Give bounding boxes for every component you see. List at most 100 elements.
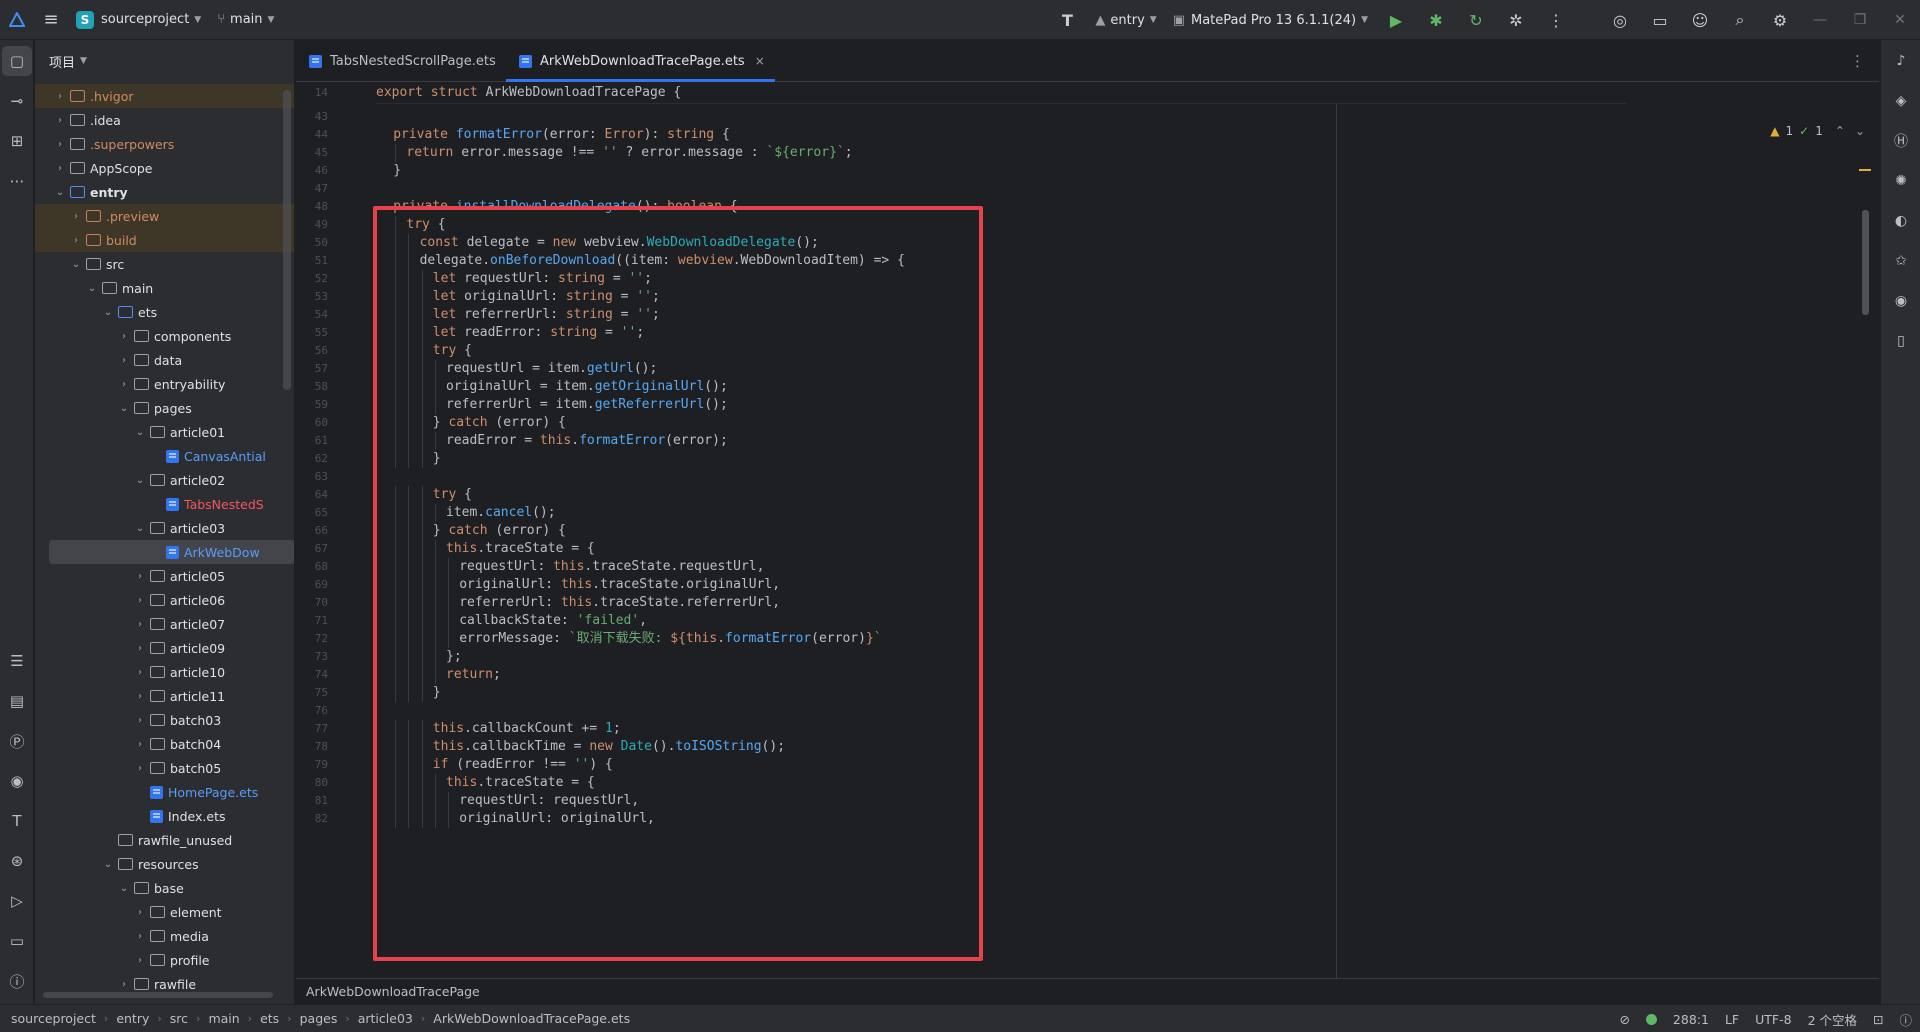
run-panel-icon[interactable]: ▷ bbox=[2, 886, 32, 916]
device-manager-icon[interactable]: ▭ bbox=[1640, 0, 1680, 40]
chevron-right-icon[interactable]: › bbox=[133, 667, 147, 678]
tab-ark-web-download-trace-page[interactable]: ArkWebDownloadTracePage.ets × bbox=[506, 40, 775, 82]
next-highlight-icon[interactable]: ⌄ bbox=[1855, 124, 1865, 138]
status-path-item[interactable]: sourceproject bbox=[6, 1011, 101, 1026]
tree-item[interactable]: TabsNestedS bbox=[35, 492, 294, 516]
tree-item[interactable]: ⌄ article02 bbox=[35, 468, 294, 492]
chevron-right-icon[interactable]: › bbox=[133, 571, 147, 582]
chevron-right-icon[interactable]: › bbox=[133, 643, 147, 654]
status-path-item[interactable]: entry bbox=[111, 1011, 154, 1026]
chevron-down-icon[interactable]: ⌄ bbox=[85, 283, 99, 294]
tree-item[interactable]: ⌄ entry bbox=[35, 180, 294, 204]
code-line[interactable]: } bbox=[376, 162, 401, 180]
cursor-position[interactable]: 288:1 bbox=[1665, 1012, 1717, 1027]
chevron-right-icon[interactable]: › bbox=[53, 163, 67, 174]
project-folder-icon[interactable]: ▢ bbox=[2, 46, 32, 76]
chevron-right-icon[interactable]: › bbox=[117, 331, 131, 342]
chevron-right-icon[interactable]: › bbox=[117, 355, 131, 366]
tree-item[interactable]: ⌄ src bbox=[35, 252, 294, 276]
tree-item[interactable]: HomePage.ets bbox=[35, 780, 294, 804]
tree-item[interactable]: › element bbox=[35, 900, 294, 924]
tree-item[interactable]: rawfile_unused bbox=[35, 828, 294, 852]
code-line[interactable]: private formatError(error: Error): strin… bbox=[376, 126, 730, 144]
tree-item[interactable]: › article10 bbox=[35, 660, 294, 684]
info-icon[interactable]: ⓘ bbox=[1891, 1010, 1920, 1029]
tree-item[interactable]: › article06 bbox=[35, 588, 294, 612]
tree-item[interactable]: ⌄ article01 bbox=[35, 420, 294, 444]
editor-scrollbar[interactable] bbox=[1862, 210, 1869, 315]
tree-item[interactable]: › batch03 bbox=[35, 708, 294, 732]
ai-assistant-icon[interactable]: ✺ bbox=[1886, 166, 1916, 196]
no-lock-icon[interactable]: ⊘ bbox=[1611, 1012, 1637, 1027]
status-path-item[interactable]: ets bbox=[255, 1011, 284, 1026]
chevron-right-icon[interactable]: › bbox=[133, 907, 147, 918]
tree-item[interactable]: ⌄ main bbox=[35, 276, 294, 300]
tree-item[interactable]: › .hvigor bbox=[35, 84, 294, 108]
chevron-right-icon[interactable]: › bbox=[133, 931, 147, 942]
commit-icon[interactable]: ⊸ bbox=[2, 86, 32, 116]
chevron-right-icon[interactable]: › bbox=[117, 379, 131, 390]
notifications-bell-icon[interactable]: ♪ bbox=[1886, 46, 1916, 76]
vertical-scrollbar[interactable] bbox=[283, 90, 291, 390]
tree-item[interactable]: › .idea bbox=[35, 108, 294, 132]
tree-item[interactable]: ⌄ article03 bbox=[35, 516, 294, 540]
tree-item[interactable]: ⌄ resources bbox=[35, 852, 294, 876]
chevron-right-icon[interactable]: › bbox=[53, 139, 67, 150]
tree-item[interactable]: ⌄ pages bbox=[35, 396, 294, 420]
chevron-right-icon[interactable]: › bbox=[69, 211, 83, 222]
module-selector[interactable]: ▲ entry ▼ bbox=[1087, 6, 1164, 34]
tree-item[interactable]: › media bbox=[35, 924, 294, 948]
file-encoding[interactable]: UTF-8 bbox=[1747, 1012, 1799, 1027]
chevron-right-icon[interactable]: › bbox=[53, 115, 67, 126]
close-tab-icon[interactable]: × bbox=[755, 54, 765, 68]
status-path-item[interactable]: main bbox=[203, 1011, 244, 1026]
chevron-right-icon[interactable]: › bbox=[133, 955, 147, 966]
chevron-right-icon[interactable]: › bbox=[133, 619, 147, 630]
chevron-down-icon[interactable]: ⌄ bbox=[117, 883, 131, 894]
chevron-down-icon[interactable]: ⌄ bbox=[101, 859, 115, 870]
tree-item[interactable]: › batch04 bbox=[35, 732, 294, 756]
attach-debugger-icon[interactable]: ✲ bbox=[1496, 0, 1536, 40]
chevron-down-icon[interactable]: ⌄ bbox=[133, 427, 147, 438]
minimize-icon[interactable]: — bbox=[1800, 0, 1840, 40]
tree-item[interactable]: › data bbox=[35, 348, 294, 372]
chevron-right-icon[interactable]: › bbox=[69, 235, 83, 246]
tree-item[interactable]: ⌄ base bbox=[35, 876, 294, 900]
tree-item[interactable]: › build bbox=[35, 228, 294, 252]
indent-setting[interactable]: 2 个空格 bbox=[1800, 1010, 1865, 1029]
editor-breadcrumb-item[interactable]: ArkWebDownloadTracePage bbox=[306, 984, 480, 999]
chevron-right-icon[interactable]: › bbox=[133, 739, 147, 750]
chevron-down-icon[interactable]: ⌄ bbox=[53, 187, 67, 198]
warning-stripe-mark[interactable] bbox=[1859, 169, 1871, 171]
chevron-right-icon[interactable]: › bbox=[133, 595, 147, 606]
tree-item[interactable]: › entryability bbox=[35, 372, 294, 396]
chevron-down-icon[interactable]: ⌄ bbox=[101, 307, 115, 318]
chevron-down-icon[interactable]: ⌄ bbox=[133, 523, 147, 534]
eye-preview-icon[interactable]: ◉ bbox=[1886, 286, 1916, 316]
problems-icon[interactable]: ⓘ bbox=[2, 966, 32, 996]
status-path-item[interactable]: ArkWebDownloadTracePage.ets bbox=[428, 1011, 635, 1026]
branch-selector[interactable]: ⑂ main ▼ bbox=[209, 6, 282, 34]
tree-item[interactable]: CanvasAntial bbox=[35, 444, 294, 468]
database-icon[interactable]: ◐ bbox=[1886, 206, 1916, 236]
tree-item[interactable]: › .superpowers bbox=[35, 132, 294, 156]
tree-item[interactable]: › batch05 bbox=[35, 756, 294, 780]
more-vertical-icon[interactable]: ⋮ bbox=[1536, 0, 1576, 40]
tree-item[interactable]: › article11 bbox=[35, 684, 294, 708]
profiler-icon[interactable]: Ⓟ bbox=[2, 726, 32, 756]
tree-item[interactable]: › AppScope bbox=[35, 156, 294, 180]
chevron-right-icon[interactable]: › bbox=[133, 763, 147, 774]
sticky-scroll-line[interactable]: export struct ArkWebDownloadTracePage { bbox=[376, 82, 1626, 104]
account-icon[interactable]: ☺ bbox=[1680, 0, 1720, 40]
preview-icon[interactable]: ◉ bbox=[2, 766, 32, 796]
chevron-down-icon[interactable]: ⌄ bbox=[117, 403, 131, 414]
close-icon[interactable]: ✕ bbox=[1880, 0, 1920, 40]
build-icon[interactable]: T bbox=[2, 806, 32, 836]
status-path-item[interactable]: article03 bbox=[353, 1011, 418, 1026]
settings-gear-icon[interactable]: ⚙ bbox=[1760, 0, 1800, 40]
project-selector[interactable]: S sourceproject ▼ bbox=[68, 6, 209, 34]
tree-item[interactable]: › article05 bbox=[35, 564, 294, 588]
chevron-right-icon[interactable]: › bbox=[133, 715, 147, 726]
deveco-logo-icon[interactable] bbox=[0, 0, 34, 40]
tree-item[interactable]: Index.ets bbox=[35, 804, 294, 828]
